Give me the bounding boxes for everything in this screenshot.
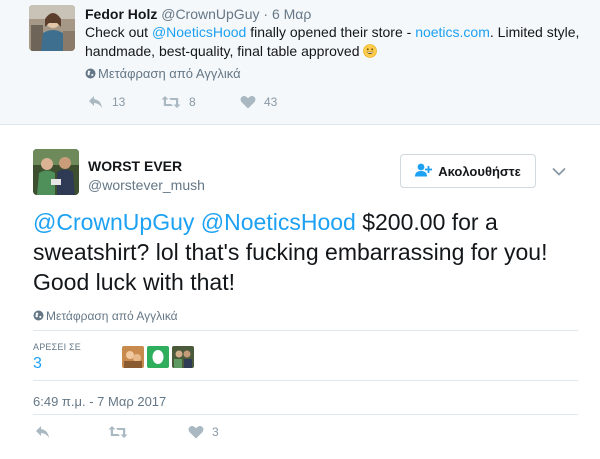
parent-timestamp[interactable]: 6 Μαρ (272, 6, 311, 22)
separator-dot: · (263, 6, 269, 22)
retweet-button[interactable] (108, 423, 128, 441)
globe-icon (33, 310, 44, 321)
main-avatar[interactable] (33, 149, 79, 195)
reply-button[interactable]: 13 (88, 93, 125, 111)
parent-avatar[interactable] (29, 5, 75, 51)
retweet-button[interactable]: 8 (161, 93, 196, 111)
mention-link[interactable]: @CrownUpGuy (33, 209, 194, 235)
add-user-icon (415, 163, 438, 180)
liker-avatar[interactable] (172, 346, 194, 368)
heart-icon (240, 95, 256, 109)
liker-avatar[interactable] (147, 346, 169, 368)
retweet-icon (161, 95, 181, 109)
retweet-count: 8 (189, 95, 196, 109)
likes-label: ΑΡΕΣΕΙ ΣΕ (33, 342, 81, 352)
main-author-name[interactable]: WORST EVER (88, 158, 182, 174)
chevron-down-icon[interactable] (552, 163, 566, 181)
follow-button[interactable]: Ακολουθήστε (400, 154, 536, 188)
like-count: 3 (212, 425, 219, 439)
reply-icon (88, 95, 104, 109)
likes-count-link[interactable]: 3 (33, 355, 42, 373)
like-button[interactable]: 43 (240, 93, 277, 111)
main-translate-link[interactable]: Μετάφραση από Αγγλικά (33, 309, 178, 323)
liker-avatar[interactable] (122, 346, 144, 368)
reply-icon (35, 425, 51, 439)
follow-label: Ακολουθήστε (438, 163, 521, 179)
parent-author-name[interactable]: Fedor Holz (85, 6, 157, 22)
main-timestamp[interactable]: 6:49 π.μ. - 7 Μαρ 2017 (33, 394, 166, 409)
reply-count: 13 (112, 95, 126, 109)
parent-header: Fedor Holz @CrownUpGuy · 6 Μαρ (85, 5, 311, 23)
parent-tweet-text: Check out @NoeticsHood finally opened th… (85, 23, 590, 61)
divider (33, 380, 578, 381)
likers-avatars (122, 346, 194, 368)
translate-label: Μετάφραση από Αγγλικά (46, 309, 178, 323)
like-button[interactable]: 3 (188, 423, 219, 441)
mention-link[interactable]: @NoeticsHood (201, 209, 356, 235)
globe-icon (85, 67, 96, 79)
retweet-icon (108, 425, 128, 439)
grinning-face-emoji-icon (363, 44, 378, 58)
divider (33, 414, 578, 415)
main-author-handle[interactable]: @worstever_mush (88, 177, 205, 193)
tweet-divider (0, 124, 600, 125)
translate-label: Μετάφραση από Αγγλικά (98, 66, 241, 81)
mention-link[interactable]: @NoeticsHood (152, 24, 246, 40)
text-segment: finally opened their store - (246, 24, 416, 40)
parent-tweet[interactable]: Fedor Holz @CrownUpGuy · 6 Μαρ Check out… (0, 0, 600, 124)
heart-icon (188, 425, 204, 439)
main-tweet-text: @CrownUpGuy @NoeticsHood $200.00 for a s… (33, 207, 578, 297)
parent-author-handle[interactable]: @CrownUpGuy (161, 6, 259, 22)
text-segment: Check out (85, 24, 152, 40)
like-count: 43 (264, 95, 278, 109)
reply-button[interactable] (35, 423, 51, 441)
url-link[interactable]: noetics.com (415, 24, 490, 40)
parent-translate-link[interactable]: Μετάφραση από Αγγλικά (85, 66, 241, 81)
divider (33, 330, 578, 331)
